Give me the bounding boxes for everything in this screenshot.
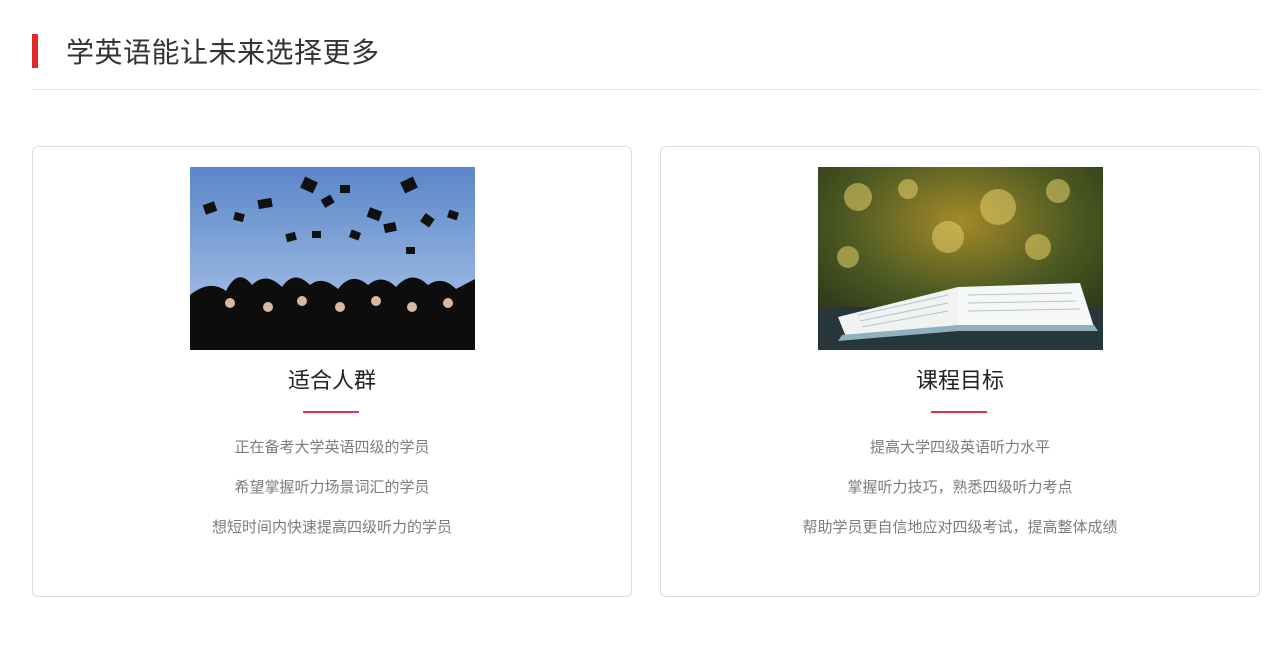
list-item: 提高大学四级英语听力水平 xyxy=(869,438,1050,456)
list-item: 想短时间内快速提高四级听力的学员 xyxy=(211,518,452,536)
title-accent-bar xyxy=(32,34,38,68)
goals-list: 提高大学四级英语听力水平 掌握听力技巧，熟悉四级听力考点 帮助学员更自信地应对四… xyxy=(661,435,1259,555)
list-item: 正在备考大学英语四级的学员 xyxy=(234,438,430,456)
card-title: 适合人群 xyxy=(287,369,376,394)
graduation-caps-photo xyxy=(190,167,475,350)
list-item: 希望掌握听力场景词汇的学员 xyxy=(234,478,430,496)
audience-card: 适合人群 正在备考大学英语四级的学员 希望掌握听力场景词汇的学员 想短时间内快速… xyxy=(32,146,632,597)
section-title: 学英语能让未来选择更多 xyxy=(66,36,380,69)
goals-card: 课程目标 提高大学四级英语听力水平 掌握听力技巧，熟悉四级听力考点 帮助学员更自… xyxy=(660,146,1260,597)
list-item: 帮助学员更自信地应对四级考试，提高整体成绩 xyxy=(802,518,1118,536)
card-title: 课程目标 xyxy=(915,369,1004,394)
section-header: 学英语能让未来选择更多 xyxy=(32,30,1260,90)
open-book-photo xyxy=(818,167,1103,350)
audience-list: 正在备考大学英语四级的学员 希望掌握听力场景词汇的学员 想短时间内快速提高四级听… xyxy=(33,435,631,555)
list-item: 掌握听力技巧，熟悉四级听力考点 xyxy=(847,478,1073,496)
title-underline xyxy=(303,411,359,413)
title-underline xyxy=(931,411,987,413)
